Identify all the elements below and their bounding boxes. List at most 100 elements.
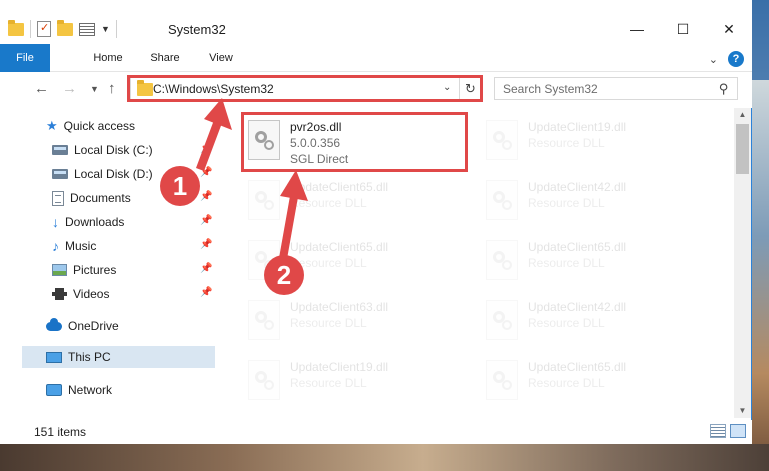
properties-icon[interactable] xyxy=(37,21,51,37)
file-name: UpdateClient42.dll xyxy=(528,300,627,314)
desktop-background-right xyxy=(752,80,769,471)
pin-icon[interactable]: 📌 xyxy=(200,215,212,226)
sidebar-item-label: Pictures xyxy=(73,263,117,277)
file-item[interactable]: UpdateClient65.dll Resource DLL xyxy=(242,174,462,230)
sidebar-item-label: Local Disk (C:) xyxy=(74,143,153,157)
quick-access-star-icon: ★ xyxy=(46,118,58,133)
sidebar-item-pictures[interactable]: Pictures xyxy=(52,259,116,281)
file-item[interactable]: UpdateClient65.dll Resource DLL xyxy=(480,234,700,290)
forward-arrow-icon[interactable]: → xyxy=(62,80,77,97)
pin-icon[interactable]: 📌 xyxy=(200,239,212,250)
sidebar-item-label: Downloads xyxy=(65,215,125,229)
dll-file-gear-icon xyxy=(486,180,518,220)
file-description: Resource DLL xyxy=(528,256,605,270)
toolbar-divider xyxy=(115,20,117,38)
sidebar-item-videos[interactable]: Videos xyxy=(52,283,109,305)
file-name: UpdateClient65.dll xyxy=(290,180,389,194)
close-button[interactable]: ✕ xyxy=(706,14,752,44)
file-highlight xyxy=(241,112,468,172)
sidebar-item-onedrive[interactable]: OneDrive xyxy=(46,315,119,337)
tab-file[interactable]: File xyxy=(0,44,50,72)
search-icon: ⚲ xyxy=(719,81,729,96)
sidebar-item-documents[interactable]: Documents xyxy=(52,187,131,209)
step-marker-2: 2 xyxy=(264,255,304,295)
scrollbar-thumb[interactable] xyxy=(736,124,749,174)
back-arrow-icon[interactable]: ← xyxy=(34,80,49,97)
view-options-icon[interactable] xyxy=(79,22,95,36)
file-item[interactable]: UpdateClient65.dll Resource DLL xyxy=(480,354,700,410)
tab-share[interactable]: Share xyxy=(140,44,190,72)
sidebar-item-this-pc[interactable]: This PC xyxy=(22,346,215,368)
pin-icon[interactable]: 📌 xyxy=(200,167,212,178)
maximize-button[interactable]: ☐ xyxy=(660,14,706,44)
file-description: Resource DLL xyxy=(528,136,605,150)
dll-file-gear-icon xyxy=(248,180,280,220)
sidebar-item-quick-access[interactable]: ★ Quick access xyxy=(46,115,135,137)
sidebar-item-label: Music xyxy=(65,239,97,253)
step-marker-1: 1 xyxy=(160,166,200,206)
sidebar-item-label: OneDrive xyxy=(68,319,119,333)
sidebar-item-downloads[interactable]: ↓ Downloads xyxy=(52,211,124,233)
file-item[interactable]: UpdateClient19.dll Resource DLL xyxy=(242,354,462,410)
file-item[interactable]: UpdateClient19.dll Resource DLL xyxy=(480,114,700,170)
file-name: UpdateClient65.dll xyxy=(528,240,627,254)
up-arrow-icon[interactable]: ↑ xyxy=(108,80,116,97)
details-view-icon[interactable] xyxy=(710,424,726,438)
drive-icon xyxy=(52,145,68,155)
minimize-button[interactable]: — xyxy=(614,14,660,44)
file-name: UpdateClient19.dll xyxy=(290,360,389,374)
file-description: Resource DLL xyxy=(290,316,367,330)
search-input[interactable]: Search System32 ⚲ xyxy=(494,77,738,100)
scroll-down-arrow-icon[interactable]: ▼ xyxy=(734,404,751,418)
address-bar-highlight xyxy=(127,75,483,102)
file-name: UpdateClient63.dll xyxy=(290,300,389,314)
title-bar: ▼ System32 — ☐ ✕ xyxy=(0,0,752,44)
onedrive-icon xyxy=(46,317,62,331)
sidebar-item-local-disk-c[interactable]: Local Disk (C:) xyxy=(52,139,153,161)
videos-icon xyxy=(52,288,67,300)
sidebar-item-music[interactable]: ♪ Music xyxy=(52,235,96,257)
customize-toolbar-chevron-down-icon[interactable]: ▼ xyxy=(101,24,110,34)
file-name: UpdateClient42.dll xyxy=(528,180,627,194)
file-item[interactable]: UpdateClient42.dll Resource DLL xyxy=(480,294,700,350)
sidebar-item-label: This PC xyxy=(68,350,111,364)
sidebar-item-label: Videos xyxy=(73,287,110,301)
sidebar-item-label: Documents xyxy=(70,191,131,205)
file-item[interactable]: UpdateClient63.dll Resource DLL xyxy=(242,294,462,350)
item-count: 151 items xyxy=(34,425,87,439)
pin-icon[interactable]: 📌 xyxy=(200,143,212,154)
dll-file-gear-icon xyxy=(248,300,280,340)
view-switcher xyxy=(710,424,746,438)
quick-access-toolbar: ▼ xyxy=(8,19,117,38)
window-controls: — ☐ ✕ xyxy=(614,14,752,44)
status-bar: 151 items xyxy=(0,420,752,444)
pin-icon[interactable]: 📌 xyxy=(200,263,212,274)
new-folder-icon[interactable] xyxy=(57,19,73,36)
network-icon xyxy=(46,384,62,396)
dll-file-gear-icon xyxy=(248,360,280,400)
file-description: Resource DLL xyxy=(290,196,367,210)
search-placeholder: Search System32 xyxy=(503,82,598,96)
toolbar-divider xyxy=(30,20,31,38)
folder-icon xyxy=(8,19,24,36)
help-icon[interactable]: ? xyxy=(728,51,744,67)
documents-icon xyxy=(52,190,64,206)
file-name: UpdateClient65.dll xyxy=(528,360,627,374)
recent-locations-chevron-down-icon[interactable]: ▼ xyxy=(90,84,99,94)
pin-icon[interactable]: 📌 xyxy=(200,287,212,298)
pin-icon[interactable]: 📌 xyxy=(200,191,212,202)
tab-home[interactable]: Home xyxy=(80,44,136,72)
file-item[interactable]: UpdateClient42.dll Resource DLL xyxy=(480,174,700,230)
tiles-view-icon[interactable] xyxy=(730,424,746,438)
this-pc-icon xyxy=(46,351,62,363)
pictures-icon xyxy=(52,264,67,276)
scroll-up-arrow-icon[interactable]: ▲ xyxy=(734,108,751,122)
tab-view[interactable]: View xyxy=(196,44,246,72)
file-name: UpdateClient65.dll xyxy=(290,240,389,254)
dll-file-gear-icon xyxy=(486,240,518,280)
vertical-scrollbar[interactable]: ▲ ▼ xyxy=(734,108,751,418)
sidebar-item-network[interactable]: Network xyxy=(46,379,112,401)
sidebar-item-local-disk-d[interactable]: Local Disk (D:) xyxy=(52,163,153,185)
expand-ribbon-chevron-down-icon[interactable]: ⌄ xyxy=(709,53,718,66)
navigation-pane: ★ Quick access Local Disk (C:) 📌 Local D… xyxy=(0,108,218,418)
